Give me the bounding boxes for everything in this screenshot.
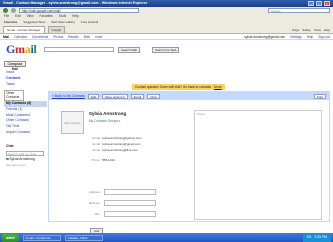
field-label: Email — [92, 142, 100, 146]
url-input[interactable]: http://mail.google.com/mail/ — [19, 8, 139, 13]
edit-button[interactable]: Edit — [87, 93, 100, 99]
chat-status-input[interactable]: Set status here — [4, 163, 47, 169]
search-web-button[interactable]: Search the Web — [152, 46, 180, 53]
free-hotmail-link[interactable]: Free Hotmail — [81, 20, 98, 24]
more-actions-button[interactable]: More actions ▾ — [102, 93, 128, 99]
address-row: http://mail.google.com/mail/ Google — [0, 7, 333, 14]
browser-tab-strip: Gmail - Contact Manager Google Page Safe… — [0, 25, 333, 34]
field-label: Phone — [91, 158, 100, 162]
google-bar: Mail Calendar Documents Photos Reader We… — [0, 34, 333, 40]
field-value[interactable]: sylvia.armstrong@live.com — [102, 148, 138, 152]
gbar-mail[interactable]: Mail — [3, 34, 9, 39]
chat-search-input[interactable]: Search, add, or invite — [6, 150, 44, 156]
field-label: URL — [93, 212, 100, 216]
gbar-calendar[interactable]: Calendar — [14, 34, 27, 39]
field-value[interactable]: sylvia.armstrong@yahoo.com — [102, 136, 142, 140]
logo-letter: l — [33, 42, 37, 56]
groups-header[interactable]: Other Contacts — [4, 90, 24, 101]
taskbar-item-ie[interactable]: Gmail - Contact M... — [22, 234, 61, 241]
undo-link[interactable]: Undo — [214, 85, 222, 89]
gbar-more[interactable]: more — [95, 34, 102, 39]
email-contact-button[interactable]: Email — [130, 93, 145, 99]
sidebar: Compose Mail Inbox Contacts Tasks Other … — [4, 61, 47, 168]
field-value[interactable]: sylvia.armstrong@gmail.com — [102, 142, 141, 146]
tab-google[interactable]: Google — [47, 26, 66, 33]
window-title: Gmail - Contact Manager - sylvia.armstro… — [3, 1, 148, 5]
logo-letter: m — [15, 42, 25, 56]
field-value[interactable]: 555-1234 — [102, 158, 115, 162]
chat-header[interactable]: Chat — [4, 144, 47, 150]
field-label: Email — [92, 148, 100, 152]
gbar-photos[interactable]: Photos — [53, 34, 63, 39]
start-button[interactable]: start — [2, 233, 19, 242]
notes-textarea[interactable]: Notes — [194, 110, 322, 220]
gbar-reader[interactable]: Reader — [68, 34, 78, 39]
contact-name: Sylvia Armstrong — [89, 111, 127, 116]
address-input[interactable] — [104, 189, 156, 195]
gbar-signout[interactable]: Sign out — [318, 34, 330, 39]
gbar-help[interactable]: Help — [307, 34, 314, 39]
field-row: Email sylvia.armstrong@live.com — [85, 148, 165, 152]
logo-letter: G — [6, 42, 16, 56]
gbar-web[interactable]: Web — [84, 34, 91, 39]
notice-text: Contact updated. Done with this? Go back… — [135, 85, 212, 89]
language-indicator[interactable]: EN — [307, 233, 312, 242]
chat-contact-button[interactable]: Chat — [147, 93, 160, 99]
clock: 3:25 PM — [314, 235, 327, 239]
contact-groups[interactable]: My Contacts Groups ▾ — [89, 119, 121, 123]
print-button[interactable]: Print — [313, 93, 326, 99]
contact-toolbar: « Back to My Contacts Edit More actions … — [49, 92, 329, 100]
safety-menu[interactable]: Safety — [302, 28, 311, 32]
gbar-settings[interactable]: Settings — [290, 34, 302, 39]
suggested-sites-link[interactable]: Suggested Sites — [23, 20, 45, 24]
taskbar-item-paint[interactable]: Untitled - Paint — [64, 234, 103, 241]
browser-search-input[interactable]: Google — [268, 8, 330, 13]
taskbar: start Gmail - Contact M... Untitled - Pa… — [0, 233, 333, 242]
page-menu[interactable]: Page — [292, 28, 299, 32]
forward-button[interactable] — [11, 8, 16, 13]
chat-user-name: Sylvia Armstrong — [9, 156, 35, 161]
minimize-button[interactable]: – — [308, 1, 314, 6]
back-to-contacts-link[interactable]: « Back to My Contacts — [52, 94, 85, 98]
close-button[interactable]: × — [324, 1, 330, 6]
favorites-link[interactable]: Favorites — [4, 20, 17, 24]
system-tray: EN 3:25 PM — [302, 233, 331, 242]
url-field-input[interactable] — [104, 211, 156, 217]
field-row: Email sylvia.armstrong@gmail.com — [85, 142, 165, 146]
gbar-documents[interactable]: Documents — [32, 34, 48, 39]
back-button[interactable] — [3, 8, 8, 13]
command-bar: Page Safety Tools Help — [292, 28, 330, 33]
web-slice-link[interactable]: Web Slice Gallery — [51, 20, 75, 24]
online-status-icon — [6, 157, 9, 161]
field-label: Email — [92, 136, 100, 140]
window-titlebar: Gmail - Contact Manager - sylvia.armstro… — [0, 0, 333, 7]
maximize-button[interactable]: □ — [316, 1, 322, 6]
tab-gmail[interactable]: Gmail - Contact Manager — [3, 26, 45, 33]
tools-menu[interactable]: Tools — [314, 28, 321, 32]
field-label: Address — [88, 190, 100, 194]
window-controls: – □ × — [308, 1, 330, 6]
mail-search-input[interactable] — [44, 47, 114, 52]
contact-photo[interactable]: Add a picture — [61, 111, 84, 134]
field-label: Birthday — [88, 201, 100, 205]
field-row: Phone 555-1234 — [85, 158, 165, 162]
field-row: Email sylvia.armstrong@yahoo.com — [85, 136, 165, 140]
gmail-logo[interactable]: Gmail — [6, 42, 37, 57]
gbar-user: sylvia.armstrong@gmail.com — [244, 35, 286, 39]
birthday-input[interactable] — [104, 200, 156, 206]
search-mail-button[interactable]: Search Mail — [118, 46, 140, 53]
help-menu[interactable]: Help — [324, 28, 330, 32]
status-notice: Contact updated. Done with this? Go back… — [132, 84, 225, 90]
